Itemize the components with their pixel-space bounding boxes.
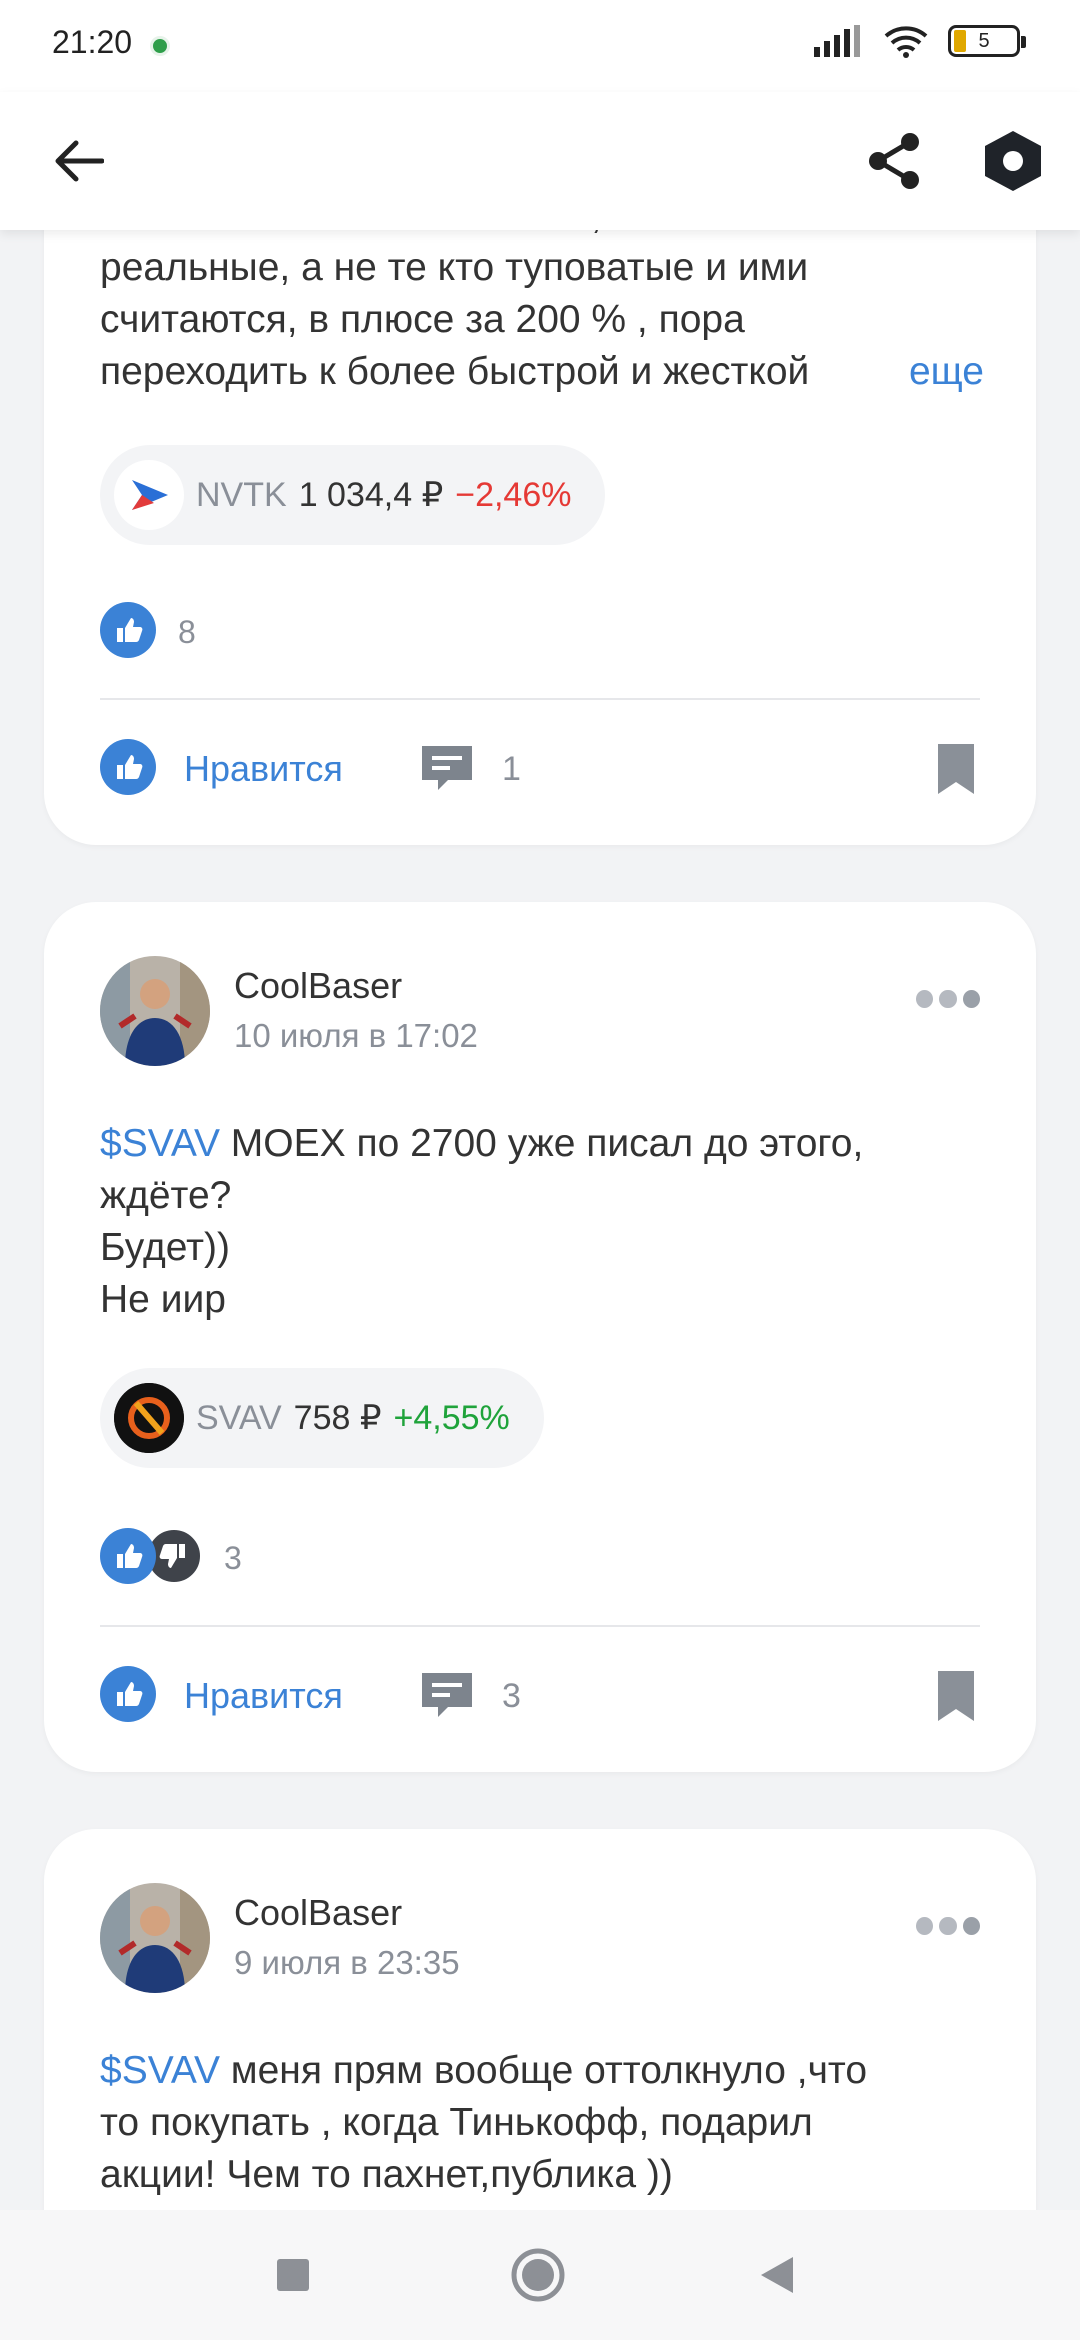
post-text-line: Не иир (100, 1278, 226, 1321)
post-text-fragment: меня прям вообще оттолкнуло ,что (219, 2049, 868, 2092)
share-button[interactable] (860, 126, 930, 196)
ticker-tag-link[interactable]: $SVAV (100, 1122, 220, 1165)
post-text-line: считаются, в плюсе за 200 % , пора (100, 298, 745, 341)
post-actions: Нравится 1 (100, 734, 980, 804)
ticker-symbol: SVAV (196, 1398, 282, 1437)
post-date: 9 июля в 23:35 (234, 1944, 460, 1981)
like-reaction-icon (100, 601, 156, 663)
more-options-icon[interactable] (916, 1914, 980, 1938)
ticker-price: 1 034,4 ₽ (298, 476, 444, 514)
post-text-line: $SVAV MOEX по 2700 уже писал до этого, (100, 1118, 990, 1170)
bookmark-button[interactable] (932, 1667, 980, 1725)
post-date: 10 июля в 17:02 (234, 1017, 478, 1054)
nvtk-logo-icon (114, 460, 184, 530)
more-options-icon[interactable] (916, 987, 980, 1011)
status-time: 21:20 (52, 24, 133, 60)
post-card: CoolBaser 9 июля в 23:35 $SVAV меня прям… (44, 1829, 1036, 2210)
ticker-change: −2,46% (455, 475, 572, 514)
battery-icon: 5 (948, 25, 1026, 57)
avatar[interactable] (100, 1883, 210, 1993)
comment-icon (418, 742, 476, 797)
comment-count: 1 (502, 749, 521, 788)
comment-count: 3 (502, 1676, 521, 1715)
reactions-summary[interactable]: 8 (100, 601, 196, 663)
author-name[interactable]: CoolBaser (234, 1890, 460, 1936)
divider (100, 1625, 980, 1627)
system-nav-bar (0, 2210, 1080, 2340)
home-button[interactable] (503, 2240, 573, 2310)
like-label: Нравится (184, 1675, 343, 1716)
square-icon (277, 2259, 309, 2291)
hexagon-settings-icon (985, 131, 1041, 191)
like-button[interactable]: Нравится (100, 1661, 343, 1731)
like-reaction-icon (100, 1527, 156, 1589)
ticker-chip[interactable]: SVAV 758 ₽ +4,55% (100, 1368, 544, 1468)
read-more-link[interactable]: еще (868, 346, 984, 398)
author-name[interactable]: CoolBaser (234, 963, 478, 1009)
post-text-line: то покупать , когда Тинькофф, подарил (100, 2101, 813, 2144)
back-button[interactable] (44, 126, 114, 196)
post-text-line: $SVAV меня прям вообще оттолкнуло ,что (100, 2045, 990, 2097)
post-text-fragment: MOEX по 2700 уже писал до этого, (219, 1122, 864, 1165)
bookmark-icon (938, 744, 974, 794)
bookmark-button[interactable] (932, 740, 980, 798)
post-text-line: ждёте? (100, 1174, 232, 1217)
settings-button[interactable] (974, 122, 1052, 200)
post-author[interactable]: CoolBaser 10 июля в 17:02 (100, 956, 478, 1066)
post-card: CoolBaser 10 июля в 17:02 $SVAV MOEX по … (44, 902, 1036, 1772)
arrow-left-icon (55, 140, 104, 182)
ticker-price: 758 ₽ (293, 1399, 382, 1437)
post-author[interactable]: CoolBaser 9 июля в 23:35 (100, 1883, 460, 1993)
ticker-chip[interactable]: NVTK 1 034,4 ₽ −2,46% (100, 445, 606, 545)
comment-icon (418, 1669, 476, 1724)
circle-home-icon (511, 2248, 565, 2302)
post-text-line: реальные, а не те кто туповатые и ими (100, 246, 809, 289)
share-icon (869, 133, 919, 189)
post-text: $SVAV MOEX по 2700 уже писал до этого, ж… (100, 1118, 990, 1326)
app-bar (0, 92, 1080, 230)
wifi-icon (884, 26, 928, 58)
comments-button[interactable]: 1 (418, 734, 521, 804)
reaction-count: 8 (178, 613, 196, 650)
comments-button[interactable]: 3 (418, 1661, 521, 1731)
avatar[interactable] (100, 956, 210, 1066)
bookmark-icon (938, 1671, 974, 1721)
notification-dot-icon (150, 36, 170, 56)
ticker-change: +4,55% (393, 1398, 510, 1437)
thumbs-up-icon (100, 738, 156, 800)
like-button[interactable]: Нравится (100, 734, 343, 804)
post-text-line: переходить к более быстрой и жесткой (100, 350, 810, 393)
post-text-line: Будет)) (100, 1226, 230, 1269)
post-text: $SVAV меня прям вообще оттолкнуло ,что т… (100, 2045, 990, 2210)
reactions-summary[interactable]: 3 (100, 1527, 242, 1589)
battery-level: 5 (978, 29, 990, 52)
thumbs-up-icon (100, 1665, 156, 1727)
signal-icon (814, 25, 860, 57)
post-actions: Нравится 3 (100, 1661, 980, 1731)
feed[interactable]: плавают в каких-то плюсах, а вот эмитент… (0, 0, 1080, 2210)
like-label: Нравится (184, 748, 343, 789)
ticker-symbol: NVTK (196, 475, 287, 514)
divider (100, 698, 980, 700)
recent-apps-button[interactable] (258, 2240, 328, 2310)
post-text-line: акции! Чем то пахнет,публика )) (100, 2153, 673, 2196)
svav-logo-icon (114, 1383, 184, 1453)
status-bar: 21:20 5 (0, 0, 1080, 92)
triangle-back-icon (761, 2257, 793, 2293)
reaction-count: 3 (224, 1539, 242, 1576)
back-nav-button[interactable] (742, 2240, 812, 2310)
post-text-line: Сказал ИИС Но 2 Продал наверно) хочешь (100, 2201, 990, 2210)
ticker-tag-link[interactable]: $SVAV (100, 2049, 220, 2092)
